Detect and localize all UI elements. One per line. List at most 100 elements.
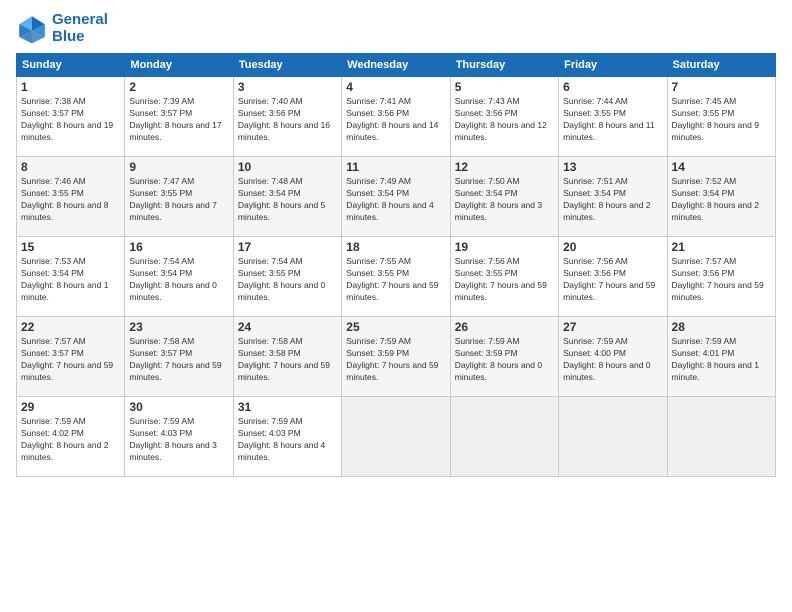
calendar-day-cell: 16 Sunrise: 7:54 AMSunset: 3:54 PMDaylig… xyxy=(125,237,233,317)
calendar-day-cell: 14 Sunrise: 7:52 AMSunset: 3:54 PMDaylig… xyxy=(667,157,775,237)
day-info: Sunrise: 7:57 AMSunset: 3:56 PMDaylight:… xyxy=(672,256,771,304)
logo-text-general: General xyxy=(52,12,108,29)
calendar-week-row: 1 Sunrise: 7:38 AMSunset: 3:57 PMDayligh… xyxy=(17,77,776,157)
day-number: 18 xyxy=(346,240,445,254)
calendar-day-cell: 12 Sunrise: 7:50 AMSunset: 3:54 PMDaylig… xyxy=(450,157,558,237)
day-info: Sunrise: 7:54 AMSunset: 3:54 PMDaylight:… xyxy=(129,256,228,304)
day-number: 28 xyxy=(672,320,771,334)
day-number: 2 xyxy=(129,80,228,94)
day-info: Sunrise: 7:59 AMSunset: 3:59 PMDaylight:… xyxy=(455,336,554,384)
day-info: Sunrise: 7:55 AMSunset: 3:55 PMDaylight:… xyxy=(346,256,445,304)
day-info: Sunrise: 7:59 AMSunset: 4:02 PMDaylight:… xyxy=(21,416,120,464)
day-number: 26 xyxy=(455,320,554,334)
day-info: Sunrise: 7:39 AMSunset: 3:57 PMDaylight:… xyxy=(129,96,228,144)
calendar-day-cell: 5 Sunrise: 7:43 AMSunset: 3:56 PMDayligh… xyxy=(450,77,558,157)
calendar-day-cell: 21 Sunrise: 7:57 AMSunset: 3:56 PMDaylig… xyxy=(667,237,775,317)
day-info: Sunrise: 7:47 AMSunset: 3:55 PMDaylight:… xyxy=(129,176,228,224)
day-number: 17 xyxy=(238,240,337,254)
day-number: 30 xyxy=(129,400,228,414)
day-number: 5 xyxy=(455,80,554,94)
day-info: Sunrise: 7:48 AMSunset: 3:54 PMDaylight:… xyxy=(238,176,337,224)
calendar-day-cell: 1 Sunrise: 7:38 AMSunset: 3:57 PMDayligh… xyxy=(17,77,125,157)
day-info: Sunrise: 7:57 AMSunset: 3:57 PMDaylight:… xyxy=(21,336,120,384)
weekday-header-wednesday: Wednesday xyxy=(342,54,450,77)
logo: General Blue xyxy=(16,12,108,45)
day-number: 12 xyxy=(455,160,554,174)
day-info: Sunrise: 7:59 AMSunset: 4:01 PMDaylight:… xyxy=(672,336,771,384)
day-info: Sunrise: 7:41 AMSunset: 3:56 PMDaylight:… xyxy=(346,96,445,144)
day-number: 27 xyxy=(563,320,662,334)
day-info: Sunrise: 7:54 AMSunset: 3:55 PMDaylight:… xyxy=(238,256,337,304)
calendar-week-row: 15 Sunrise: 7:53 AMSunset: 3:54 PMDaylig… xyxy=(17,237,776,317)
calendar-week-row: 8 Sunrise: 7:46 AMSunset: 3:55 PMDayligh… xyxy=(17,157,776,237)
page-header: General Blue xyxy=(16,12,776,45)
day-info: Sunrise: 7:58 AMSunset: 3:57 PMDaylight:… xyxy=(129,336,228,384)
day-number: 29 xyxy=(21,400,120,414)
day-number: 16 xyxy=(129,240,228,254)
calendar-day-cell: 30 Sunrise: 7:59 AMSunset: 4:03 PMDaylig… xyxy=(125,397,233,477)
day-info: Sunrise: 7:38 AMSunset: 3:57 PMDaylight:… xyxy=(21,96,120,144)
weekday-header-friday: Friday xyxy=(559,54,667,77)
day-number: 1 xyxy=(21,80,120,94)
day-info: Sunrise: 7:40 AMSunset: 3:56 PMDaylight:… xyxy=(238,96,337,144)
day-number: 9 xyxy=(129,160,228,174)
calendar-day-cell: 25 Sunrise: 7:59 AMSunset: 3:59 PMDaylig… xyxy=(342,317,450,397)
calendar-day-cell: 19 Sunrise: 7:56 AMSunset: 3:55 PMDaylig… xyxy=(450,237,558,317)
day-number: 21 xyxy=(672,240,771,254)
calendar-table: SundayMondayTuesdayWednesdayThursdayFrid… xyxy=(16,53,776,477)
day-number: 23 xyxy=(129,320,228,334)
day-info: Sunrise: 7:59 AMSunset: 4:03 PMDaylight:… xyxy=(129,416,228,464)
day-info: Sunrise: 7:56 AMSunset: 3:55 PMDaylight:… xyxy=(455,256,554,304)
day-info: Sunrise: 7:50 AMSunset: 3:54 PMDaylight:… xyxy=(455,176,554,224)
day-number: 15 xyxy=(21,240,120,254)
calendar-day-cell: 7 Sunrise: 7:45 AMSunset: 3:55 PMDayligh… xyxy=(667,77,775,157)
day-number: 4 xyxy=(346,80,445,94)
day-number: 14 xyxy=(672,160,771,174)
calendar-day-cell: 10 Sunrise: 7:48 AMSunset: 3:54 PMDaylig… xyxy=(233,157,341,237)
day-number: 25 xyxy=(346,320,445,334)
day-number: 7 xyxy=(672,80,771,94)
calendar-day-cell: 13 Sunrise: 7:51 AMSunset: 3:54 PMDaylig… xyxy=(559,157,667,237)
logo-text-blue: Blue xyxy=(52,29,108,46)
calendar-day-cell: 18 Sunrise: 7:55 AMSunset: 3:55 PMDaylig… xyxy=(342,237,450,317)
calendar-day-cell: 3 Sunrise: 7:40 AMSunset: 3:56 PMDayligh… xyxy=(233,77,341,157)
day-info: Sunrise: 7:45 AMSunset: 3:55 PMDaylight:… xyxy=(672,96,771,144)
calendar-day-cell: 29 Sunrise: 7:59 AMSunset: 4:02 PMDaylig… xyxy=(17,397,125,477)
day-info: Sunrise: 7:52 AMSunset: 3:54 PMDaylight:… xyxy=(672,176,771,224)
day-info: Sunrise: 7:43 AMSunset: 3:56 PMDaylight:… xyxy=(455,96,554,144)
day-number: 22 xyxy=(21,320,120,334)
calendar-header-row: SundayMondayTuesdayWednesdayThursdayFrid… xyxy=(17,54,776,77)
calendar-week-row: 22 Sunrise: 7:57 AMSunset: 3:57 PMDaylig… xyxy=(17,317,776,397)
calendar-day-cell xyxy=(667,397,775,477)
calendar-day-cell: 8 Sunrise: 7:46 AMSunset: 3:55 PMDayligh… xyxy=(17,157,125,237)
day-number: 20 xyxy=(563,240,662,254)
day-number: 19 xyxy=(455,240,554,254)
page-container: General Blue SundayMondayTuesdayWednesda… xyxy=(0,0,792,485)
calendar-day-cell: 4 Sunrise: 7:41 AMSunset: 3:56 PMDayligh… xyxy=(342,77,450,157)
weekday-header-monday: Monday xyxy=(125,54,233,77)
calendar-day-cell: 9 Sunrise: 7:47 AMSunset: 3:55 PMDayligh… xyxy=(125,157,233,237)
calendar-day-cell xyxy=(450,397,558,477)
day-info: Sunrise: 7:59 AMSunset: 4:03 PMDaylight:… xyxy=(238,416,337,464)
day-info: Sunrise: 7:59 AMSunset: 4:00 PMDaylight:… xyxy=(563,336,662,384)
day-info: Sunrise: 7:56 AMSunset: 3:56 PMDaylight:… xyxy=(563,256,662,304)
day-number: 13 xyxy=(563,160,662,174)
calendar-week-row: 29 Sunrise: 7:59 AMSunset: 4:02 PMDaylig… xyxy=(17,397,776,477)
calendar-day-cell: 27 Sunrise: 7:59 AMSunset: 4:00 PMDaylig… xyxy=(559,317,667,397)
calendar-day-cell: 20 Sunrise: 7:56 AMSunset: 3:56 PMDaylig… xyxy=(559,237,667,317)
calendar-day-cell: 11 Sunrise: 7:49 AMSunset: 3:54 PMDaylig… xyxy=(342,157,450,237)
day-number: 10 xyxy=(238,160,337,174)
calendar-day-cell: 22 Sunrise: 7:57 AMSunset: 3:57 PMDaylig… xyxy=(17,317,125,397)
calendar-day-cell xyxy=(342,397,450,477)
calendar-day-cell: 24 Sunrise: 7:58 AMSunset: 3:58 PMDaylig… xyxy=(233,317,341,397)
day-info: Sunrise: 7:58 AMSunset: 3:58 PMDaylight:… xyxy=(238,336,337,384)
day-number: 31 xyxy=(238,400,337,414)
day-info: Sunrise: 7:49 AMSunset: 3:54 PMDaylight:… xyxy=(346,176,445,224)
logo-icon xyxy=(16,13,48,45)
weekday-header-thursday: Thursday xyxy=(450,54,558,77)
calendar-day-cell: 15 Sunrise: 7:53 AMSunset: 3:54 PMDaylig… xyxy=(17,237,125,317)
day-info: Sunrise: 7:46 AMSunset: 3:55 PMDaylight:… xyxy=(21,176,120,224)
calendar-day-cell: 17 Sunrise: 7:54 AMSunset: 3:55 PMDaylig… xyxy=(233,237,341,317)
weekday-header-tuesday: Tuesday xyxy=(233,54,341,77)
day-number: 24 xyxy=(238,320,337,334)
